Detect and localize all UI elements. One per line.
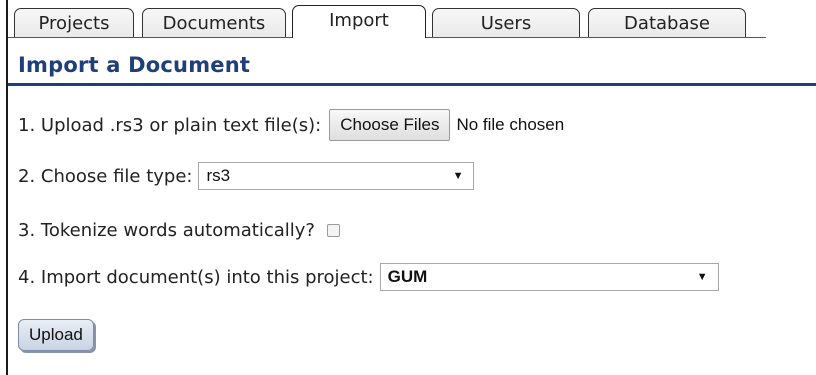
- upload-label: 1. Upload .rs3 or plain text file(s):: [18, 114, 322, 136]
- project-value: GUM: [387, 267, 428, 286]
- title-divider: [8, 83, 816, 86]
- file-status-text: No file chosen: [456, 115, 565, 134]
- file-type-select[interactable]: rs3 ▼: [198, 162, 475, 190]
- project-row: 4. Import document(s) into this project:…: [18, 262, 719, 292]
- dropdown-arrow-icon: ▼: [452, 170, 464, 182]
- file-type-row: 2. Choose file type: rs3 ▼: [18, 161, 475, 191]
- dropdown-arrow-icon: ▼: [696, 271, 708, 283]
- upload-row: 1. Upload .rs3 or plain text file(s): Ch…: [18, 108, 564, 142]
- file-type-label: 2. Choose file type:: [18, 165, 193, 187]
- tab-import[interactable]: Import: [292, 5, 426, 39]
- tab-projects[interactable]: Projects: [14, 8, 134, 38]
- app-frame: Projects Documents Import Users Database…: [6, 0, 816, 375]
- tab-database[interactable]: Database: [588, 8, 746, 38]
- project-select[interactable]: GUM ▼: [379, 263, 719, 291]
- tokenize-checkbox[interactable]: [326, 223, 340, 237]
- upload-button[interactable]: Upload: [18, 319, 94, 351]
- tab-documents[interactable]: Documents: [142, 8, 286, 38]
- tab-bar: Projects Documents Import Users Database: [8, 0, 788, 39]
- tab-users[interactable]: Users: [432, 8, 580, 38]
- project-label: 4. Import document(s) into this project:: [18, 266, 374, 288]
- tokenize-label: 3. Tokenize words automatically?: [18, 219, 315, 241]
- choose-files-button[interactable]: Choose Files: [329, 109, 451, 141]
- tokenize-row: 3. Tokenize words automatically?: [18, 216, 340, 244]
- file-type-value: rs3: [206, 166, 231, 185]
- page-title: Import a Document: [18, 53, 251, 77]
